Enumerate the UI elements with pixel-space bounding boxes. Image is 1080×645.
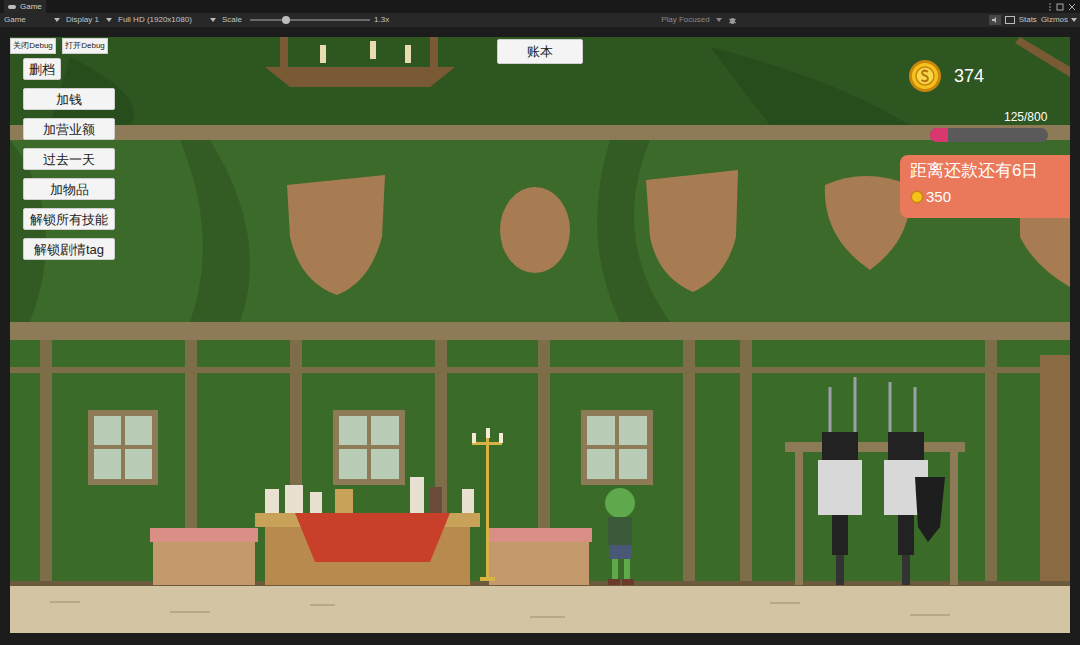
stats-button[interactable]: Stats [1019,16,1037,24]
dropdown-arrow-icon [106,18,112,22]
resolution-label: Full HD (1920x1080) [118,16,192,24]
display-dropdown[interactable]: Display 1 [66,16,112,24]
debug-button[interactable]: 解锁所有技能 [23,208,115,230]
debug-button[interactable]: 加钱 [23,88,115,110]
gizmos-label: Gizmos [1041,16,1068,24]
gizmos-dropdown[interactable]: Gizmos [1041,16,1077,24]
debug-button[interactable]: 解锁剧情tag [23,238,115,260]
play-mode-label: Play Focused [661,16,709,24]
debug-button[interactable]: 加物品 [23,178,115,200]
tavern-scene [10,37,1070,633]
game-tab[interactable]: Game [4,0,46,13]
scale-slider-fill [250,19,286,21]
chandelier [265,37,455,87]
dropdown-arrow-icon [716,18,722,22]
gamepad-icon [8,4,16,10]
repayment-title: 距离还款还有6日 [910,158,1060,184]
repayment-amount: 350 [926,186,951,209]
debug-button[interactable]: 过去一天 [23,148,115,170]
window-controls [1048,3,1076,11]
coin-counter: 374 [908,59,984,93]
dropdown-arrow-icon [210,18,216,22]
scale-slider-knob[interactable] [282,16,290,24]
resolution-dropdown[interactable]: Full HD (1920x1080) [118,16,216,24]
coin-icon [910,190,924,204]
view-label: Game [4,16,26,24]
coin-icon [908,59,942,93]
debug-toggle-button[interactable]: 关闭Debug [10,38,56,54]
game-toolbar: Game Display 1 Full HD (1920x1080) Scale… [0,13,1080,27]
vsync-icon[interactable] [1005,16,1015,24]
player-character [605,488,635,585]
armor-stands [785,377,965,585]
scale-slider[interactable] [250,19,370,21]
game-view: 关闭Debug 打开Debug 删档加钱加营业额过去一天加物品解锁所有技能解锁剧情… [10,37,1070,633]
scale-value: 1.3x [374,16,389,24]
debug-toggles: 关闭Debug 打开Debug [10,38,108,54]
debug-button[interactable]: 删档 [23,58,61,80]
debug-toggle-button[interactable]: 打开Debug [62,38,108,54]
scale-label: Scale [222,16,242,24]
display-label: Display 1 [66,16,99,24]
mute-audio-icon[interactable] [989,15,1001,25]
play-mode-dropdown[interactable]: Play Focused [661,16,721,24]
ledger-button[interactable]: 账本 [497,39,583,64]
debug-menu: 删档加钱加营业额过去一天加物品解锁所有技能解锁剧情tag [23,58,115,260]
bug-icon[interactable] [728,16,737,25]
debug-button[interactable]: 加营业额 [23,118,115,140]
tab-label: Game [20,3,42,11]
repayment-panel: 距离还款还有6日 350 [900,155,1070,218]
menu-icon[interactable] [1048,3,1052,11]
view-dropdown[interactable]: Game [4,16,60,24]
coin-amount: 374 [954,63,984,90]
dropdown-arrow-icon [54,18,60,22]
revenue-progress-track [930,128,1048,142]
revenue-reading: 125/800 [1004,111,1047,123]
maximize-icon[interactable] [1056,3,1064,11]
editor-tab-bar: Game [0,0,1080,13]
dropdown-arrow-icon [1071,18,1077,22]
revenue-progress-fill [930,128,948,142]
close-icon[interactable] [1068,3,1076,11]
